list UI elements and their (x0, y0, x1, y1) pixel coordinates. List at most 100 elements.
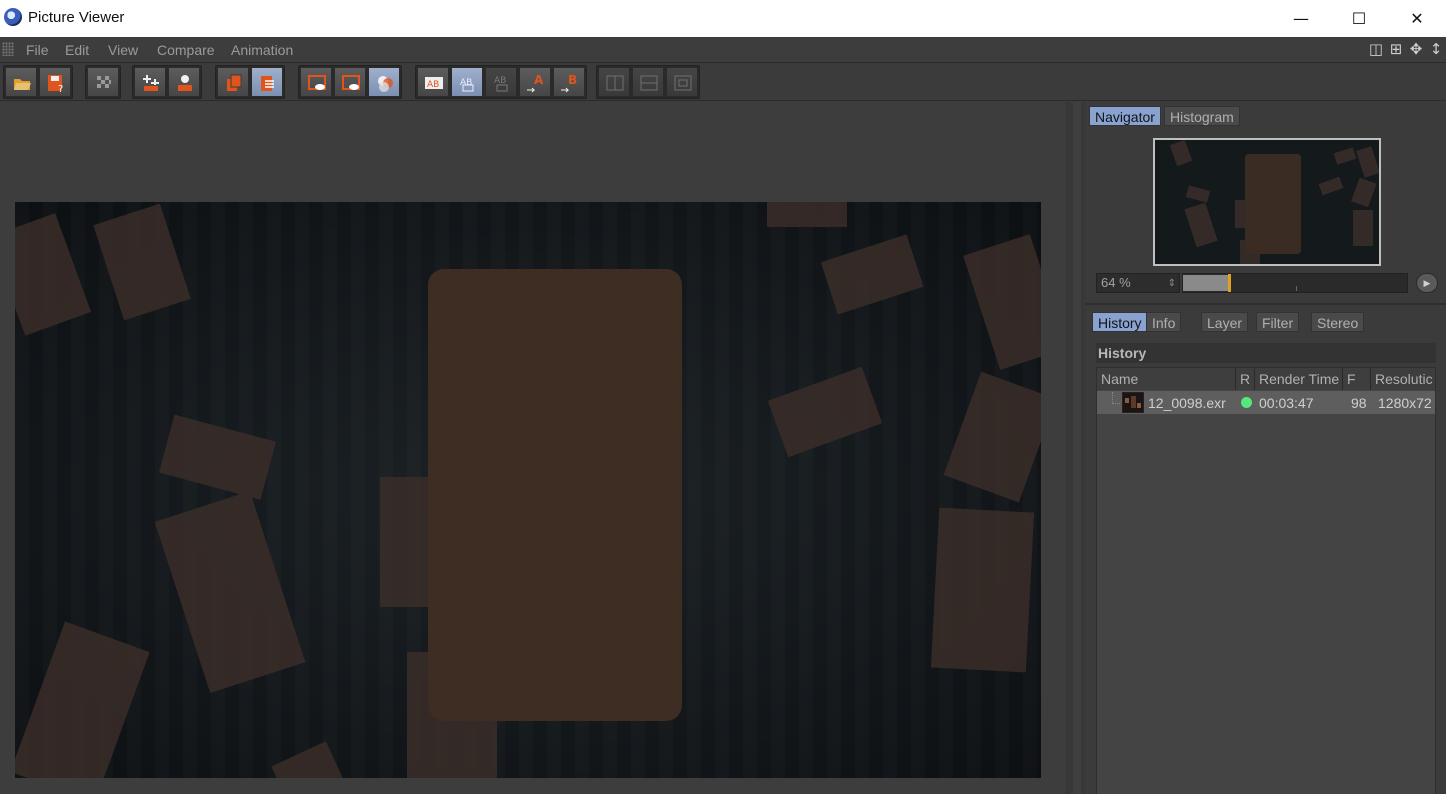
paste-button[interactable] (251, 67, 283, 97)
compare-a-button[interactable] (300, 67, 332, 97)
tab-stereo[interactable]: Stereo (1311, 312, 1365, 332)
paste-icon (261, 76, 274, 91)
zoom-slider-knob[interactable] (1228, 274, 1231, 292)
column-header-frame[interactable]: F (1343, 368, 1371, 390)
panel-layout-icon[interactable]: ◫ (1368, 40, 1384, 58)
tree-connector (1112, 392, 1120, 404)
channels-button[interactable] (368, 67, 400, 97)
grid-tool-group (85, 65, 121, 99)
tab-history[interactable]: History (1092, 312, 1148, 332)
navigator-thumbnail (1155, 140, 1379, 264)
close-button[interactable]: ✕ (1388, 0, 1446, 36)
stop-render-button[interactable] (134, 67, 166, 97)
window-title: Picture Viewer (28, 9, 125, 26)
compare-b-button[interactable] (334, 67, 366, 97)
navigator-preview[interactable] (1153, 138, 1381, 266)
layout-icons: ◫ ⊞ ✥ ↕ (1368, 40, 1444, 60)
save-icon: ? (48, 75, 63, 93)
zoom-slider-tick (1296, 286, 1297, 291)
set-a-icon: A (527, 73, 544, 93)
column-header-resolution[interactable]: Resolutic (1371, 368, 1435, 390)
column-header-r[interactable]: R (1236, 368, 1255, 390)
svg-text:A: A (534, 73, 544, 87)
tab-histogram[interactable]: Histogram (1164, 106, 1240, 126)
ab-swap-icon: AB (494, 76, 508, 92)
zoom-input[interactable]: 64 % ⇕ (1096, 273, 1180, 293)
stereo-anaglyph-icon (674, 75, 692, 91)
svg-text:AB: AB (460, 78, 472, 88)
copy-icon (227, 74, 242, 91)
history-section-title: History (1096, 343, 1436, 363)
row-frame: 98 (1351, 395, 1367, 411)
stop-tool-group (132, 65, 202, 99)
picture-viewer-window: Picture Viewer — ☐ ✕ File Edit View Comp… (0, 0, 1446, 794)
menu-bar: File Edit View Compare Animation (0, 37, 1446, 63)
stereo-tool-group (596, 65, 700, 99)
ab-swap-button[interactable]: AB (485, 67, 517, 97)
tab-layer[interactable]: Layer (1201, 312, 1249, 332)
save-button[interactable]: ? (39, 67, 71, 97)
transparency-button[interactable] (87, 67, 119, 97)
cinema4d-app-icon (4, 8, 22, 26)
compare-tool-group (298, 65, 402, 99)
move-panel-icon[interactable]: ✥ (1408, 40, 1424, 58)
rendered-scene (15, 202, 1041, 778)
zoom-spinner-icon[interactable]: ⇕ (1168, 275, 1176, 293)
column-header-render-time[interactable]: Render Time (1255, 368, 1343, 390)
stereo-right-button[interactable] (632, 67, 664, 97)
svg-text:AB: AB (427, 80, 439, 90)
zoom-slider-fill (1183, 275, 1228, 291)
ab-compare-button[interactable]: AB (417, 67, 449, 97)
new-panel-icon[interactable]: ⊞ (1388, 40, 1404, 58)
frame-eye-icon (308, 75, 326, 90)
checker-icon (97, 76, 111, 88)
copy-button[interactable] (217, 67, 249, 97)
set-a-button[interactable]: A (519, 67, 551, 97)
copy-tool-group (215, 65, 285, 99)
menu-edit[interactable]: Edit (65, 42, 89, 58)
open-button[interactable] (5, 67, 37, 97)
row-thumbnail (1122, 392, 1144, 413)
zoom-slider[interactable] (1182, 273, 1408, 293)
menu-compare[interactable]: Compare (157, 42, 215, 58)
history-table (1096, 367, 1436, 794)
render-status-dot (1241, 397, 1252, 408)
stereo-anaglyph-button[interactable] (666, 67, 698, 97)
viewport-scrollbar[interactable] (1066, 102, 1086, 794)
resize-panel-icon[interactable]: ↕ (1428, 40, 1444, 58)
panel-divider (1086, 303, 1446, 305)
tab-navigator[interactable]: Navigator (1089, 106, 1161, 126)
svg-text:?: ? (58, 84, 63, 93)
frame-eye-icon-2 (342, 75, 360, 90)
column-header-name[interactable]: Name (1097, 368, 1236, 390)
minimize-button[interactable]: — (1272, 0, 1330, 36)
ab-overlay-icon: AB (460, 78, 474, 92)
user-render-icon (178, 75, 192, 91)
ab-split-icon: AB (425, 77, 443, 90)
tab-filter[interactable]: Filter (1256, 312, 1300, 332)
zoom-menu-button[interactable]: ▶ (1416, 273, 1438, 293)
ab-overlay-button[interactable]: AB (451, 67, 483, 97)
grip-handle-icon[interactable] (2, 42, 14, 56)
menu-file[interactable]: File (26, 42, 49, 58)
maximize-button[interactable]: ☐ (1330, 0, 1388, 36)
set-b-button[interactable]: B (553, 67, 585, 97)
title-bar: Picture Viewer — ☐ ✕ (0, 0, 1446, 37)
tab-info[interactable]: Info (1146, 312, 1182, 332)
open-folder-icon (14, 79, 31, 90)
stereo-left-button[interactable] (598, 67, 630, 97)
stereo-right-icon (640, 75, 658, 91)
toolbar: ? AB AB AB A B (0, 63, 1446, 101)
play-arrow-icon: ▶ (1423, 278, 1431, 288)
set-b-icon: B (561, 73, 577, 93)
thumbnail-image (1123, 393, 1143, 412)
scrollbar-track[interactable] (1073, 102, 1081, 794)
svg-text:B: B (568, 73, 577, 87)
render-region-icon (143, 75, 159, 91)
render-user-button[interactable] (168, 67, 200, 97)
menu-view[interactable]: View (108, 42, 138, 58)
menu-animation[interactable]: Animation (231, 42, 293, 58)
render-image[interactable] (15, 202, 1041, 778)
minimize-icon: — (1293, 8, 1309, 28)
file-tool-group: ? (3, 65, 73, 99)
